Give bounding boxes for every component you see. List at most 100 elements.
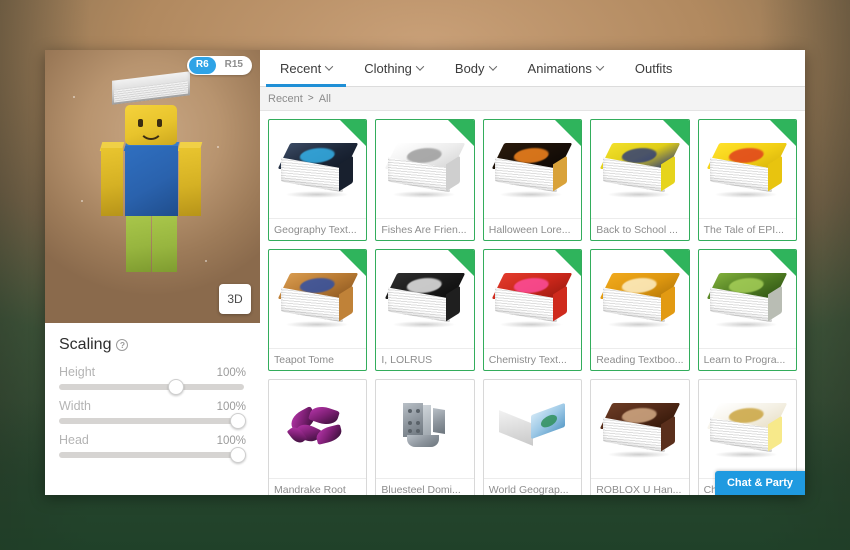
catalog-item-thumbnail bbox=[269, 250, 366, 348]
tab-clothing[interactable]: Clothing bbox=[348, 50, 439, 86]
right-arm bbox=[178, 148, 201, 216]
breadcrumb-separator: > bbox=[307, 93, 314, 104]
book-thumbnail-icon bbox=[599, 143, 681, 198]
book-shadow bbox=[284, 191, 349, 198]
left-leg bbox=[125, 216, 151, 272]
category-tab-bar: Recent Clothing Body Animations Outfits bbox=[260, 50, 805, 87]
avatar-preview-panel: R6 R15 3D Scaling ? Height 100% Width 10… bbox=[45, 50, 260, 495]
catalog-item-thumbnail bbox=[699, 120, 796, 218]
chevron-down-icon bbox=[415, 62, 425, 71]
book-thumbnail-icon bbox=[384, 273, 466, 328]
slider-head: Width 100% bbox=[59, 399, 246, 413]
catalog-item-card[interactable]: I, LOLRUS bbox=[375, 249, 475, 371]
book-thumbnail-icon bbox=[706, 403, 788, 458]
catalog-item-label: Teapot Tome bbox=[269, 348, 367, 370]
catalog-item-label: Mandrake Root bbox=[269, 478, 367, 495]
width-slider[interactable] bbox=[59, 413, 247, 429]
right-eye bbox=[156, 119, 162, 127]
tab-animations-label: Animations bbox=[527, 60, 592, 76]
catalog-item-thumbnail bbox=[484, 120, 581, 218]
mandrake-root-icon bbox=[286, 403, 350, 451]
catalog-item-card[interactable]: World Geograp... bbox=[482, 379, 583, 495]
head-slider[interactable] bbox=[59, 447, 247, 463]
catalog-item-card[interactable]: Mandrake Root bbox=[268, 379, 368, 495]
book-thumbnail-icon bbox=[706, 143, 788, 198]
book-thumbnail-icon bbox=[492, 273, 573, 328]
slider-label-height: Height bbox=[59, 365, 96, 379]
avatar-character bbox=[68, 71, 238, 312]
catalog-item-card[interactable]: Teapot Tome bbox=[268, 249, 368, 371]
catalog-item-thumbnail bbox=[376, 120, 473, 218]
catalog-item-card[interactable]: Geography Text... bbox=[268, 119, 368, 241]
catalog-item-thumbnail bbox=[699, 380, 796, 478]
catalog-item-card[interactable]: Fishes Are Frien... bbox=[375, 119, 475, 241]
rig-type-toggle[interactable]: R6 R15 bbox=[186, 56, 252, 75]
tab-recent[interactable]: Recent bbox=[264, 50, 348, 87]
bluesteel-domino-crown-icon bbox=[399, 403, 451, 455]
slider-row-height: Height 100% bbox=[59, 365, 246, 395]
tab-outfits-label: Outfits bbox=[634, 60, 673, 76]
left-arm bbox=[100, 148, 123, 216]
width-slider-knob[interactable] bbox=[230, 413, 247, 429]
catalog-grid: Geography Text... Fishes Are Frien... Hall… bbox=[260, 111, 805, 495]
catalog-item-thumbnail bbox=[591, 250, 688, 348]
catalog-item-card[interactable]: The Tale of EPI... bbox=[697, 119, 797, 241]
catalog-item-card[interactable]: ROBLOX U Han... bbox=[590, 379, 690, 495]
book-thumbnail-icon bbox=[384, 143, 466, 198]
scaling-title-text: Scaling bbox=[59, 336, 112, 353]
catalog-grid-scroll[interactable]: Geography Text... Fishes Are Frien... Hall… bbox=[260, 111, 805, 495]
height-slider-knob[interactable] bbox=[167, 379, 184, 395]
catalog-item-label: World Geograp... bbox=[483, 478, 582, 495]
catalog-item-label: I, LOLRUS bbox=[376, 348, 474, 370]
book-thumbnail-icon bbox=[492, 143, 573, 198]
slider-value-height: 100% bbox=[216, 367, 246, 379]
slider-head: Head 100% bbox=[59, 433, 246, 447]
height-slider[interactable] bbox=[59, 379, 244, 395]
catalog-item-label: Learn to Progra... bbox=[698, 348, 796, 370]
catalog-item-label: Fishes Are Frien... bbox=[376, 218, 474, 240]
breadcrumb-current[interactable]: All bbox=[319, 93, 331, 105]
book-shadow bbox=[392, 321, 457, 328]
book-thumbnail-icon bbox=[706, 273, 788, 328]
catalog-item-thumbnail bbox=[484, 250, 581, 348]
rig-option-r6[interactable]: R6 bbox=[188, 57, 216, 74]
catalog-item-card[interactable]: Reading Textboo... bbox=[590, 249, 690, 371]
catalog-item-card[interactable]: Chemistry Text... bbox=[482, 249, 583, 371]
catalog-item-card[interactable]: Bluesteel Domi... bbox=[375, 379, 475, 495]
catalog-item-label: Reading Textboo... bbox=[591, 348, 689, 370]
avatar-3d-viewport[interactable]: R6 R15 3D bbox=[45, 50, 260, 323]
slider-row-head: Head 100% bbox=[59, 433, 247, 463]
tab-clothing-label: Clothing bbox=[364, 60, 412, 76]
catalog-item-thumbnail bbox=[269, 120, 366, 218]
slider-row-width: Width 100% bbox=[59, 399, 247, 429]
book-shadow bbox=[284, 321, 349, 328]
catalog-item-label: Back to School ... bbox=[591, 218, 689, 240]
scaling-title: Scaling ? bbox=[59, 336, 246, 354]
head-slider-knob[interactable] bbox=[230, 447, 247, 463]
help-icon[interactable]: ? bbox=[116, 339, 129, 351]
tab-body[interactable]: Body bbox=[439, 50, 512, 86]
catalog-item-thumbnail bbox=[699, 250, 796, 348]
catalog-item-thumbnail bbox=[269, 380, 366, 478]
view-3d-button[interactable]: 3D bbox=[219, 284, 251, 314]
slider-value-width: 100% bbox=[216, 401, 246, 413]
catalog-item-label: The Tale of EPI... bbox=[698, 218, 796, 240]
catalog-item-card[interactable]: Halloween Lore... bbox=[482, 119, 583, 241]
catalog-item-label: Geography Text... bbox=[269, 218, 367, 240]
breadcrumb-root[interactable]: Recent bbox=[268, 93, 303, 105]
book-shadow bbox=[606, 321, 671, 328]
tab-outfits[interactable]: Outfits bbox=[619, 50, 689, 86]
breadcrumb: Recent > All bbox=[260, 87, 805, 111]
slider-value-head: 100% bbox=[216, 435, 246, 447]
book-thumbnail-icon bbox=[599, 403, 681, 458]
tab-animations[interactable]: Animations bbox=[512, 50, 619, 86]
slider-label-head: Head bbox=[59, 433, 89, 447]
book-shadow bbox=[606, 451, 671, 458]
chat-and-party-button[interactable]: Chat & Party bbox=[714, 471, 805, 495]
book-shadow bbox=[392, 191, 457, 198]
rig-option-r15[interactable]: R15 bbox=[218, 57, 250, 74]
tab-recent-label: Recent bbox=[280, 60, 322, 76]
catalog-item-card[interactable]: Back to School ... bbox=[590, 119, 690, 241]
catalog-item-card[interactable]: Learn to Progra... bbox=[697, 249, 797, 371]
left-eye bbox=[137, 119, 143, 127]
